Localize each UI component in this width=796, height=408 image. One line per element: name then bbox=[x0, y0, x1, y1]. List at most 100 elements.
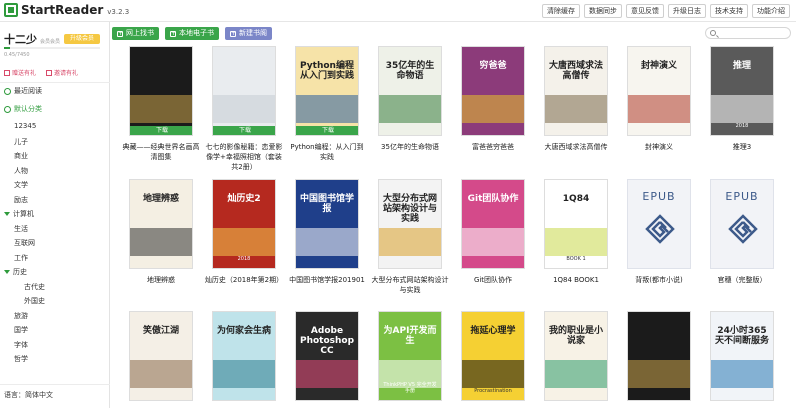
plus-icon: + bbox=[117, 29, 124, 37]
book-cover[interactable]: 灿历史2 2018 bbox=[212, 179, 276, 269]
category-item[interactable]: 人物 bbox=[14, 166, 28, 176]
category-item[interactable]: 商业 bbox=[14, 151, 28, 161]
book-cover[interactable]: 为API开发而生 ThinkPHP V5 完全开发手册 bbox=[378, 311, 442, 401]
book-title[interactable]: 官穗（完整版） bbox=[702, 275, 782, 285]
book-cover[interactable]: 中国图书馆学报 bbox=[295, 179, 359, 269]
cover-art bbox=[462, 95, 524, 123]
user-level: 会员会员 bbox=[40, 39, 61, 45]
category-item[interactable]: 互联网 bbox=[14, 238, 35, 248]
book-cover[interactable]: 推理 2018 bbox=[710, 46, 774, 136]
language-selector[interactable]: 语言：简体中文 bbox=[4, 390, 53, 400]
book-title[interactable]: 灿历史（2018年第2期） bbox=[204, 275, 284, 285]
nav-default-category[interactable]: 默认分类 bbox=[4, 104, 42, 114]
book-cover[interactable]: 拖延心理学 Procrastination bbox=[461, 311, 525, 401]
book-cover[interactable]: 穷爸爸 bbox=[461, 46, 525, 136]
book-cover[interactable]: 大型分布式网站架构设计与实践 bbox=[378, 179, 442, 269]
expand-icon[interactable] bbox=[4, 270, 10, 274]
category-item[interactable]: 历史 bbox=[4, 267, 27, 277]
folder-icon bbox=[4, 105, 11, 113]
changelog-button[interactable]: 升级日志 bbox=[668, 4, 706, 18]
cover-art bbox=[130, 228, 192, 256]
storage-progress-fill bbox=[4, 47, 10, 49]
book-cover[interactable]: EPUB bbox=[627, 179, 691, 269]
book-cover[interactable]: 下载 bbox=[129, 46, 193, 136]
divider bbox=[0, 82, 110, 83]
category-item[interactable]: 国学 bbox=[14, 325, 28, 335]
online-books-button[interactable]: + 网上找书 bbox=[112, 27, 159, 40]
category-item[interactable]: 文学 bbox=[14, 180, 28, 190]
feedback-button[interactable]: 意见反馈 bbox=[626, 4, 664, 18]
local-ebook-button[interactable]: + 本地电子书 bbox=[165, 27, 219, 40]
category-item[interactable]: 12345 bbox=[14, 122, 36, 130]
category-item[interactable]: 生活 bbox=[14, 224, 28, 234]
features-button[interactable]: 功能介绍 bbox=[752, 4, 790, 18]
book-title[interactable]: 大唐西域求法高僧传 bbox=[536, 142, 616, 152]
category-item[interactable]: 旅游 bbox=[14, 311, 28, 321]
category-item[interactable]: 外国史 bbox=[24, 296, 45, 306]
book-title[interactable]: Git团队协作 bbox=[453, 275, 533, 285]
cover-subtitle: 2018 bbox=[735, 123, 749, 129]
expand-icon[interactable] bbox=[4, 212, 10, 216]
book-cover[interactable]: 35亿年的生命物语 bbox=[378, 46, 442, 136]
book-cover[interactable]: Adobe Photoshop CC bbox=[295, 311, 359, 401]
book-cover[interactable]: 封神演义 bbox=[627, 46, 691, 136]
book-cover[interactable]: 地理辨惑 bbox=[129, 179, 193, 269]
book-cover[interactable]: Python编程 从入门到实践下载 bbox=[295, 46, 359, 136]
upgrade-button[interactable]: 升级会员 bbox=[64, 34, 100, 44]
cover-title: Python编程 从入门到实践 bbox=[300, 61, 355, 81]
book-cover[interactable]: 我的职业是小说家 bbox=[544, 311, 608, 401]
download-button[interactable]: 下载 bbox=[213, 126, 275, 135]
download-button[interactable]: 下载 bbox=[130, 126, 192, 135]
epub-icon bbox=[728, 214, 758, 244]
book-cover[interactable]: 24小时365天不间断服务 bbox=[710, 311, 774, 401]
book-title[interactable]: 中国图书馆学报201901 bbox=[287, 275, 367, 285]
support-button[interactable]: 技术支持 bbox=[710, 4, 748, 18]
book-title[interactable]: 35亿年的生命物语 bbox=[370, 142, 450, 152]
category-label: 古代史 bbox=[24, 282, 45, 291]
category-item[interactable]: 字体 bbox=[14, 340, 28, 350]
book-title[interactable]: 地理辨惑 bbox=[121, 275, 201, 285]
cover-title: 大型分布式网站架构设计与实践 bbox=[383, 194, 438, 224]
clear-cache-button[interactable]: 清除缓存 bbox=[542, 4, 580, 18]
book-title[interactable]: 1Q84 BOOK1 bbox=[536, 275, 616, 285]
category-item[interactable]: 古代史 bbox=[24, 282, 45, 292]
book-cover[interactable]: 为何家会生病 bbox=[212, 311, 276, 401]
book-cover[interactable]: 1Q84 BOOK 1 bbox=[544, 179, 608, 269]
book-title[interactable]: 封神演义 bbox=[619, 142, 699, 152]
book-cover[interactable]: 笑傲江湖 bbox=[129, 311, 193, 401]
new-shelf-button[interactable]: + 新建书阁 bbox=[225, 27, 272, 40]
search-input[interactable] bbox=[705, 27, 791, 39]
epub-icon bbox=[645, 214, 675, 244]
user-name: 十二少 bbox=[4, 33, 37, 46]
book-cover[interactable] bbox=[627, 311, 691, 401]
book-title[interactable]: 大型分布式网站架构设计与实践 bbox=[370, 275, 450, 295]
nav-recent[interactable]: 最近阅读 bbox=[4, 86, 42, 96]
book-cover[interactable]: Git团队协作 bbox=[461, 179, 525, 269]
book-title[interactable]: 典藏——经典世界名画高清图集 bbox=[121, 142, 201, 162]
category-label: 哲学 bbox=[14, 355, 28, 363]
book-title[interactable]: 推理3 bbox=[702, 142, 782, 152]
book-cover[interactable]: 大唐西域求法高僧传 bbox=[544, 46, 608, 136]
book-title[interactable]: 背叛(都市小说) bbox=[619, 275, 699, 285]
sync-button[interactable]: 数据同步 bbox=[584, 4, 622, 18]
book-title[interactable]: 富爸爸穷爸爸 bbox=[453, 142, 533, 152]
gift-invite-link[interactable]: 赠送有礼 bbox=[4, 68, 36, 77]
search-icon bbox=[710, 30, 716, 36]
gift-invite-label: 赠送有礼 bbox=[12, 70, 37, 77]
book-title[interactable]: Python编程：从入门到实践 bbox=[287, 142, 367, 162]
book-title[interactable]: 七七的影像秘籍：恋爱影像学+幸福照相馆（套装共2册） bbox=[204, 142, 284, 172]
category-item[interactable]: 计算机 bbox=[4, 209, 34, 219]
book-cover[interactable]: 下载 bbox=[212, 46, 276, 136]
book-cover[interactable]: EPUB bbox=[710, 179, 774, 269]
invite-link[interactable]: 邀请有礼 bbox=[46, 68, 78, 77]
category-item[interactable]: 哲学 bbox=[14, 354, 28, 364]
category-item[interactable]: 工作 bbox=[14, 253, 28, 263]
cover-art bbox=[379, 228, 441, 256]
category-item[interactable]: 儿子 bbox=[14, 137, 28, 147]
category-label: 文学 bbox=[14, 181, 28, 189]
cover-art bbox=[296, 228, 358, 256]
download-button[interactable]: 下载 bbox=[296, 126, 358, 135]
gift-icon bbox=[4, 69, 10, 76]
category-item[interactable]: 励志 bbox=[14, 195, 28, 205]
new-shelf-label: 新建书阁 bbox=[239, 29, 267, 37]
